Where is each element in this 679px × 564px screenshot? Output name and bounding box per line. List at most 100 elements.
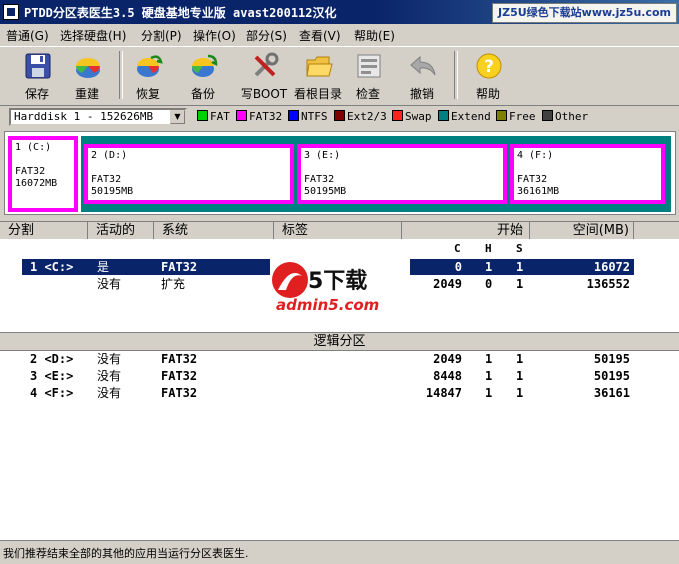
cell-c: 2049 — [433, 277, 462, 291]
write-boot-button[interactable]: 写BOOT — [241, 50, 287, 102]
legend-other: Other — [542, 110, 588, 126]
cell-size: 36161 — [593, 386, 630, 400]
harddisk-select-value: Harddisk 1 - 152626MB — [14, 110, 154, 123]
col-system[interactable]: 系统 — [154, 222, 274, 239]
cell-partition: 4 <F:> — [30, 386, 74, 400]
menu-view[interactable]: 查看(V) — [299, 27, 341, 44]
svg-text:5下载: 5下载 — [308, 268, 367, 294]
free-swatch — [496, 110, 507, 121]
col-active[interactable]: 活动的 — [88, 222, 154, 239]
menu-help[interactable]: 帮助(E) — [354, 27, 395, 44]
col-size[interactable]: 空间(MB) — [530, 222, 634, 239]
cell-system: FAT32 — [161, 352, 198, 366]
cell-s: 1 — [516, 260, 524, 274]
legend-swap: Swap — [392, 110, 432, 126]
cell-c: 0 — [454, 260, 462, 274]
partition-block-f[interactable]: 4 (F:) FAT32 36161MB — [510, 144, 665, 204]
harddisk-select[interactable]: Harddisk 1 - 152626MB ▼ — [9, 108, 187, 126]
help-icon: ? — [476, 53, 502, 79]
cell-size: 50195 — [593, 352, 630, 366]
menu-operation[interactable]: 操作(O) — [193, 27, 236, 44]
menu-part[interactable]: 部分(S) — [246, 27, 287, 44]
check-button[interactable]: 检查 — [346, 50, 390, 102]
admin5-logo: 5下载 admin5.com — [272, 262, 379, 314]
menu-select-disk[interactable]: 选择硬盘(H) — [60, 27, 126, 44]
partition-e-text: 3 (E:) FAT32 50195MB — [304, 150, 347, 197]
table-row[interactable]: 2 <D:> 没有 FAT32 2049 1 1 50195 — [0, 351, 679, 367]
col-c: C — [454, 242, 461, 255]
extend-swatch — [438, 110, 449, 121]
status-text: 我们推荐结束全部的其他的应用当运行分区表医生. — [3, 547, 249, 560]
cell-s: 1 — [516, 369, 524, 383]
restore-button[interactable]: 恢复 — [126, 50, 170, 102]
check-label: 检查 — [355, 87, 380, 101]
tools-icon — [254, 52, 279, 77]
cell-system: FAT32 — [161, 386, 198, 400]
logical-partitions-header: 逻辑分区 — [0, 332, 679, 351]
partition-block-e[interactable]: 3 (E:) FAT32 50195MB — [297, 144, 507, 204]
save-button[interactable]: 保存 — [15, 50, 59, 102]
partition-d-text: 2 (D:) FAT32 50195MB — [91, 150, 134, 197]
menu-partition[interactable]: 分割(P) — [141, 27, 182, 44]
ntfs-swatch — [288, 110, 299, 121]
extended-partition: 2 (D:) FAT32 50195MB 3 (E:) FAT32 50195M… — [81, 136, 671, 212]
svg-text:?: ? — [484, 57, 494, 77]
cell-size: 16072 — [593, 260, 630, 274]
toolbar: 保存 重建 恢复 备份 写BOOT 看根目录 检查 撤销 ? 帮助 — [0, 46, 679, 106]
cell-system: FAT32 — [161, 260, 198, 274]
restore-disk-icon — [137, 55, 163, 77]
cell-h: 0 — [485, 277, 493, 291]
title-bar: PTDD分区表医生3.5 硬盘基地专业版 avast200112汉化 JZ5U绿… — [0, 0, 679, 24]
toolbar-separator — [454, 51, 458, 99]
ext-swatch — [334, 110, 345, 121]
fat-swatch — [197, 110, 208, 121]
backup-button[interactable]: 备份 — [181, 50, 225, 102]
undo-button[interactable]: 撤销 — [400, 50, 444, 102]
partition-list: 分割 活动的 系统 标签 开始 空间(MB) C H S 1 <C:> 是 FA… — [0, 221, 679, 540]
chevron-down-icon[interactable]: ▼ — [170, 110, 185, 124]
cell-partition: 2 <D:> — [30, 352, 74, 366]
table-row[interactable]: 3 <E:> 没有 FAT32 8448 1 1 50195 — [0, 368, 679, 384]
undo-label: 撤销 — [409, 87, 434, 101]
legend-fat32: FAT32 — [236, 110, 282, 126]
rebuild-label: 重建 — [74, 87, 99, 101]
partition-block-d[interactable]: 2 (D:) FAT32 50195MB — [84, 144, 294, 204]
floppy-icon — [25, 53, 51, 79]
help-label: 帮助 — [475, 87, 500, 101]
fat32-swatch — [236, 110, 247, 121]
col-start[interactable]: 开始 — [402, 222, 530, 239]
check-icon — [357, 54, 381, 78]
cell-c: 14847 — [425, 386, 462, 400]
cell-h: 1 — [485, 369, 493, 383]
col-label[interactable]: 标签 — [274, 222, 402, 239]
partition-block-c[interactable]: 1 (C:) FAT32 16072MB — [8, 136, 78, 212]
cell-active: 没有 — [97, 352, 122, 366]
window-title: PTDD分区表医生3.5 硬盘基地专业版 avast200112汉化 — [24, 6, 337, 20]
watermark-badge: JZ5U绿色下载站www.jz5u.com — [492, 3, 677, 23]
view-root-button[interactable]: 看根目录 — [294, 50, 342, 102]
cell-active: 没有 — [97, 277, 122, 291]
partition-f-text: 4 (F:) FAT32 36161MB — [517, 150, 560, 197]
legend-extend: Extend — [438, 110, 491, 126]
legend-fat: FAT — [197, 110, 230, 126]
restore-label: 恢复 — [135, 87, 160, 101]
partition-map: 1 (C:) FAT32 16072MB 2 (D:) FAT32 50195M… — [4, 131, 676, 215]
help-button[interactable]: ? 帮助 — [466, 50, 510, 102]
col-partition[interactable]: 分割 — [0, 222, 88, 239]
list-header: 分割 活动的 系统 标签 开始 空间(MB) — [0, 222, 679, 239]
legend-ntfs: NTFS — [288, 110, 328, 126]
status-bar: 我们推荐结束全部的其他的应用当运行分区表医生. — [0, 540, 679, 564]
backup-disk-icon — [192, 54, 218, 77]
rebuild-button[interactable]: 重建 — [65, 50, 109, 102]
cell-active: 没有 — [97, 386, 122, 400]
cell-s: 1 — [516, 386, 524, 400]
cell-system: FAT32 — [161, 369, 198, 383]
legend-free: Free — [496, 110, 536, 126]
cell-s: 1 — [516, 277, 524, 291]
menu-general[interactable]: 普通(G) — [6, 27, 49, 44]
cell-h: 1 — [485, 260, 493, 274]
cell-active: 是 — [97, 260, 110, 274]
disk-bar: Harddisk 1 - 152626MB ▼ FAT FAT32 NTFS E… — [0, 105, 679, 130]
table-row[interactable]: 4 <F:> 没有 FAT32 14847 1 1 36161 — [0, 385, 679, 401]
legend-ext: Ext2/3 — [334, 110, 387, 126]
